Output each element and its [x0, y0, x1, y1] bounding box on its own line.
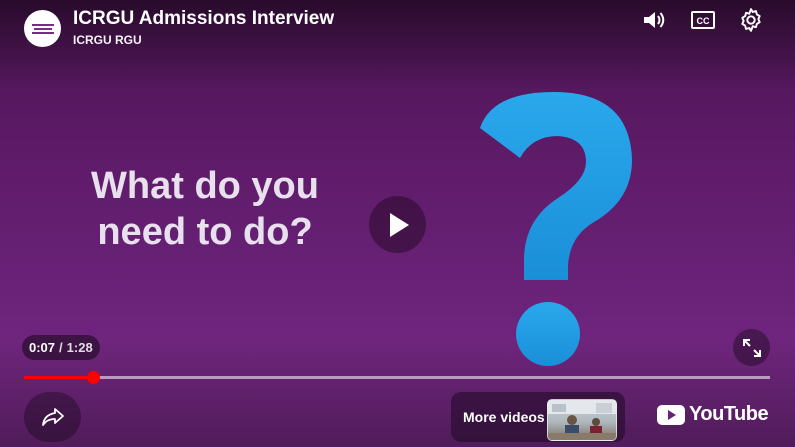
- duration: 1:28: [66, 340, 93, 355]
- headline-line-1: What do you: [91, 165, 319, 207]
- time-display: 0:07 / 1:28: [22, 335, 100, 360]
- video-headline: What do you need to do?: [40, 163, 370, 255]
- progress-played: [24, 376, 94, 379]
- youtube-logo-icon: [657, 404, 685, 425]
- more-videos-label: More videos: [463, 409, 545, 425]
- current-time: 0:07: [29, 340, 56, 355]
- channel-name[interactable]: ICRGU RGU: [73, 33, 142, 47]
- play-icon: [389, 212, 409, 237]
- video-title[interactable]: ICRGU Admissions Interview: [73, 8, 334, 30]
- question-mark-graphic: [480, 92, 632, 366]
- time-separator: /: [59, 340, 63, 355]
- share-icon: [41, 408, 64, 426]
- channel-avatar[interactable]: [24, 10, 61, 47]
- youtube-label: YouTube: [689, 403, 769, 425]
- settings-button[interactable]: [736, 6, 766, 34]
- volume-button[interactable]: [639, 6, 669, 34]
- volume-icon: [644, 12, 665, 28]
- bottom-gradient: [0, 337, 795, 447]
- play-button[interactable]: [369, 196, 426, 253]
- headline-line-2: need to do?: [97, 211, 313, 253]
- youtube-logo[interactable]: YouTube: [657, 403, 769, 426]
- progress-bar[interactable]: [24, 371, 770, 384]
- share-button[interactable]: [24, 392, 81, 442]
- more-videos-thumbnail: [547, 399, 617, 441]
- more-videos-button[interactable]: More videos: [451, 392, 625, 442]
- fullscreen-button[interactable]: [733, 329, 770, 366]
- gear-icon: [741, 8, 761, 32]
- captions-button[interactable]: CC: [688, 6, 718, 34]
- cc-icon: CC: [691, 11, 715, 29]
- svg-text:CC: CC: [697, 16, 710, 26]
- fullscreen-icon: [742, 338, 761, 357]
